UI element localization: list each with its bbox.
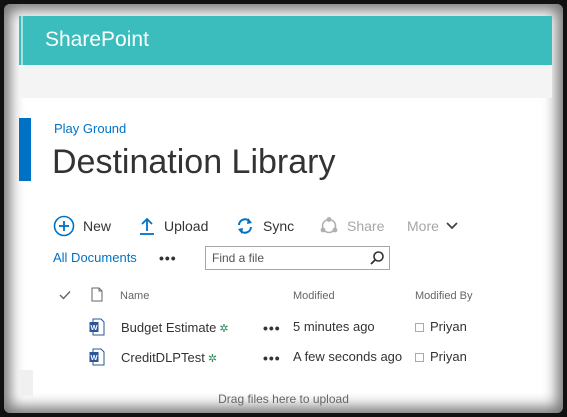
- page-title: Destination Library: [52, 143, 336, 181]
- presence-indicator: [415, 353, 424, 362]
- share-button-label: Share: [347, 218, 385, 234]
- window-frame: SharePoint Play Ground Destination Libra…: [4, 4, 563, 413]
- file-modified-by[interactable]: Priyan: [415, 349, 467, 364]
- share-button[interactable]: Share: [319, 212, 384, 240]
- ribbon-bar: [19, 65, 552, 98]
- plus-circle-icon: [53, 215, 75, 237]
- modified-by-name[interactable]: Priyan: [430, 319, 467, 334]
- new-item-indicator: ✲: [219, 323, 229, 335]
- file-name-text[interactable]: CreditDLPTest: [121, 350, 205, 365]
- upload-button-label: Upload: [164, 218, 209, 234]
- new-item-indicator: ✲: [207, 353, 218, 365]
- select-all-checkmark-icon[interactable]: [59, 290, 71, 300]
- view-selector-all-documents[interactable]: All Documents: [53, 250, 137, 265]
- new-button[interactable]: New: [53, 212, 111, 240]
- upload-arrow-icon: [140, 217, 154, 235]
- file-modified: 5 minutes ago: [293, 319, 375, 334]
- file-menu-ellipsis[interactable]: •••: [263, 350, 281, 366]
- word-document-icon: W: [89, 318, 105, 336]
- suite-bar: SharePoint: [19, 16, 552, 65]
- chevron-down-icon: [446, 222, 458, 230]
- sync-button-label: Sync: [263, 218, 295, 234]
- more-button-label: More: [407, 218, 439, 234]
- share-icon: [320, 217, 338, 234]
- svg-text:W: W: [90, 353, 98, 362]
- sync-icon: [238, 218, 252, 234]
- modified-by-name[interactable]: Priyan: [430, 349, 467, 364]
- file-name-text[interactable]: Budget Estimate: [121, 320, 216, 335]
- suite-bar-edge: [21, 16, 23, 65]
- column-header-name[interactable]: Name: [120, 290, 149, 302]
- search-input[interactable]: [212, 250, 362, 266]
- column-header-modified-by[interactable]: Modified By: [415, 290, 472, 302]
- file-modified-by[interactable]: Priyan: [415, 319, 467, 334]
- presence-indicator: [415, 323, 424, 332]
- breadcrumb-site-link[interactable]: Play Ground: [54, 121, 126, 136]
- file-name-link[interactable]: Budget Estimate ✲: [121, 320, 229, 335]
- file-menu-ellipsis[interactable]: •••: [263, 320, 281, 336]
- upload-button[interactable]: Upload: [138, 212, 208, 240]
- app-brand[interactable]: SharePoint: [45, 28, 149, 52]
- file-type-icon: [91, 287, 103, 302]
- drop-zone-hint[interactable]: Drag files here to upload: [4, 392, 563, 406]
- word-document-icon: W: [89, 348, 105, 366]
- file-modified: A few seconds ago: [293, 349, 403, 364]
- search-icon[interactable]: [369, 250, 385, 266]
- view-options-ellipsis[interactable]: •••: [159, 250, 177, 266]
- new-button-label: New: [83, 218, 112, 234]
- svg-text:W: W: [90, 323, 98, 332]
- column-header-modified[interactable]: Modified: [293, 290, 335, 302]
- sync-button[interactable]: Sync: [235, 212, 294, 240]
- search-box[interactable]: [205, 246, 390, 270]
- title-accent-bar: [19, 118, 31, 181]
- file-name-link[interactable]: CreditDLPTest ✲: [121, 350, 217, 365]
- more-button[interactable]: More: [407, 212, 459, 240]
